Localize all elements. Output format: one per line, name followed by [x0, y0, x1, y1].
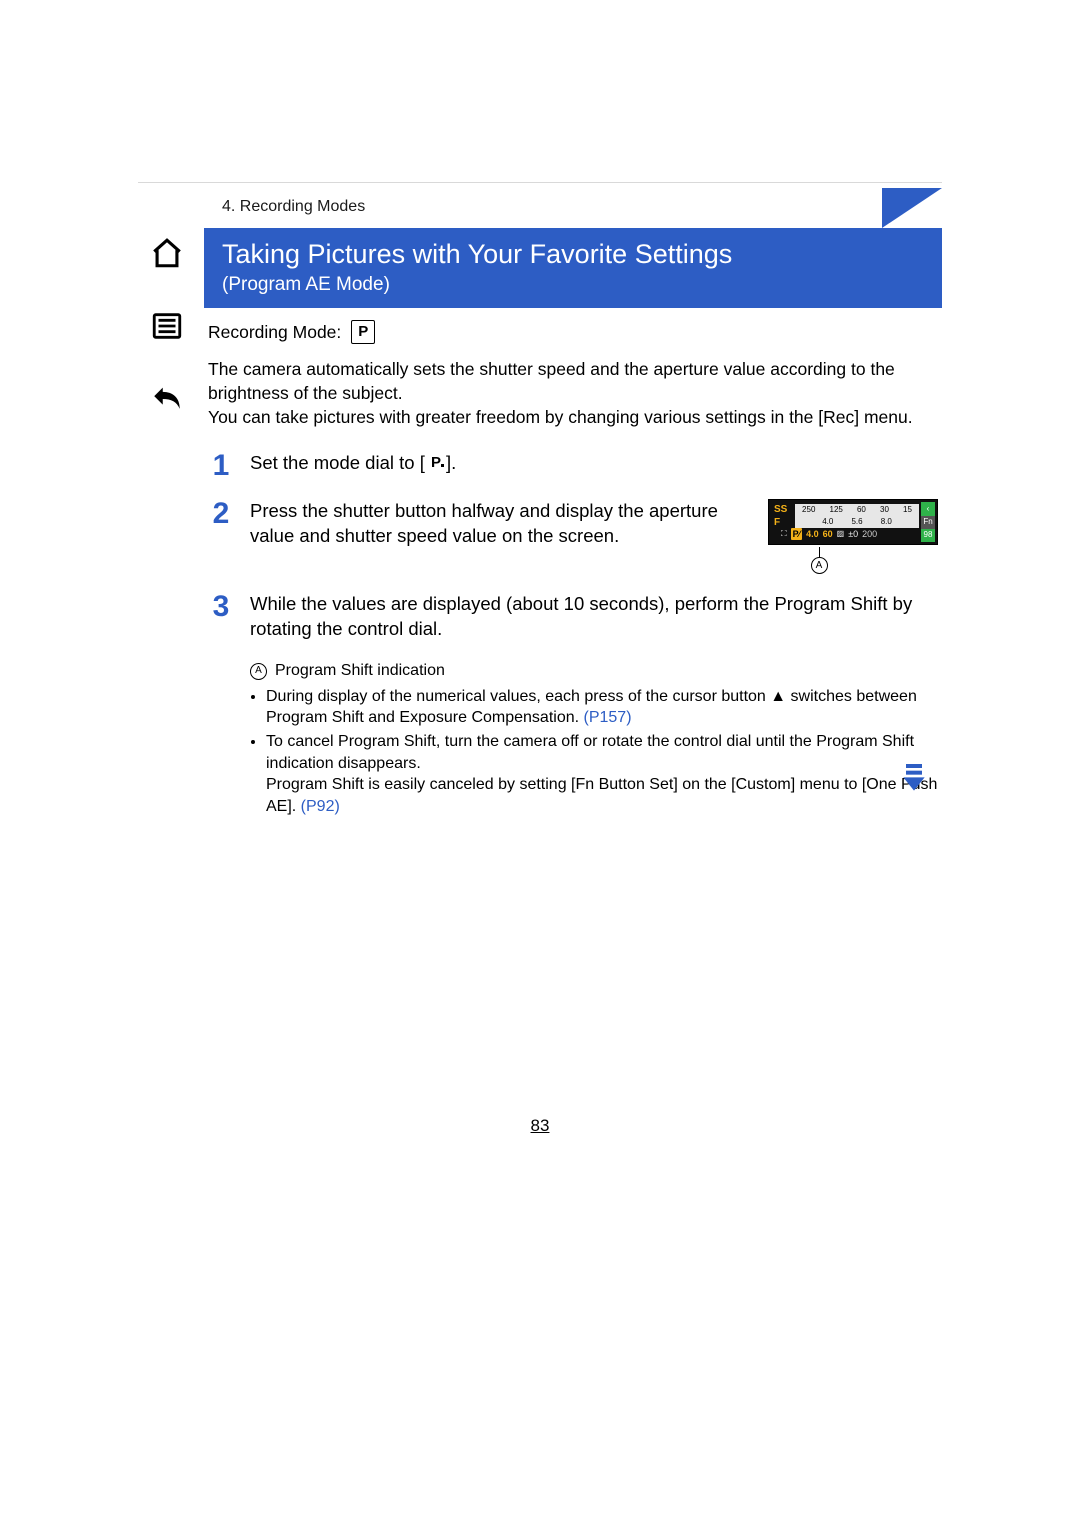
link-p92[interactable]: (P92) [296, 798, 340, 815]
callout-a-badge: A [250, 663, 267, 680]
page-number[interactable]: 83 [0, 1116, 1080, 1136]
note-2: To cancel Program Shift, turn the camera… [266, 731, 938, 817]
title-bar: Taking Pictures with Your Favorite Setti… [204, 228, 942, 308]
recording-mode-label: Recording Mode: [208, 321, 341, 345]
lcd-f-label: F [774, 516, 780, 530]
section-crumb: 4. Recording Modes [222, 198, 365, 216]
step-1-text-a: Set the mode dial to [ [250, 452, 425, 473]
section-banner: 4. Recording Modes [204, 188, 942, 228]
step-3: While the values are displayed (about 10… [208, 592, 938, 642]
step-2: Press the shutter button halfway and dis… [208, 499, 938, 574]
callout-pointer: A [810, 547, 828, 574]
back-icon[interactable] [150, 382, 188, 421]
step-1-text-b: ]. [446, 452, 456, 473]
step-1: Set the mode dial to [ P ]. [208, 451, 938, 481]
step-3-text: While the values are displayed (about 10… [250, 592, 938, 642]
up-triangle-icon: ▲ [770, 686, 786, 708]
sidebar-nav [150, 236, 188, 421]
page-title: Taking Pictures with Your Favorite Setti… [222, 238, 924, 270]
mode-p-icon: P [430, 452, 446, 477]
page-subtitle: (Program AE Mode) [222, 274, 924, 296]
svg-text:P: P [431, 454, 441, 470]
recording-mode-row: Recording Mode: P [208, 320, 938, 344]
body: Recording Mode: P The camera automatical… [204, 308, 942, 817]
page: 4. Recording Modes Taking Pictures with … [0, 0, 1080, 1526]
toc-icon[interactable] [150, 309, 188, 348]
notes-block: A Program Shift indication During displa… [250, 660, 938, 817]
intro-paragraph: The camera automatically sets the shutte… [208, 358, 938, 429]
banner-corner [882, 188, 942, 228]
lcd-status-bar: ⛶ P⁄ 4.0 60 ▨ ±0 200 [781, 527, 919, 541]
callout-a-text: Program Shift indication [275, 660, 445, 682]
intro-line-2: You can take pictures with greater freed… [208, 407, 913, 427]
divider [138, 182, 942, 183]
step-2-text: Press the shutter button halfway and dis… [250, 499, 754, 549]
lcd-scale: 250 125 60 30 15 4.0 [795, 504, 919, 528]
continue-arrow-icon[interactable] [898, 760, 930, 797]
intro-line-1: The camera automatically sets the shutte… [208, 359, 895, 403]
note-1: During display of the numerical values, … [266, 686, 938, 729]
lcd-figure: SS F 250 125 60 30 15 [768, 499, 938, 574]
steps-list: Set the mode dial to [ P ]. Press the sh… [208, 451, 938, 642]
mode-p-badge: P [351, 320, 375, 344]
lcd-ss-label: SS [774, 503, 787, 517]
program-shift-badge: P⁄ [791, 528, 803, 540]
link-p157[interactable]: (P157) [579, 709, 631, 726]
home-icon[interactable] [150, 236, 188, 275]
content: 4. Recording Modes Taking Pictures with … [204, 188, 942, 819]
